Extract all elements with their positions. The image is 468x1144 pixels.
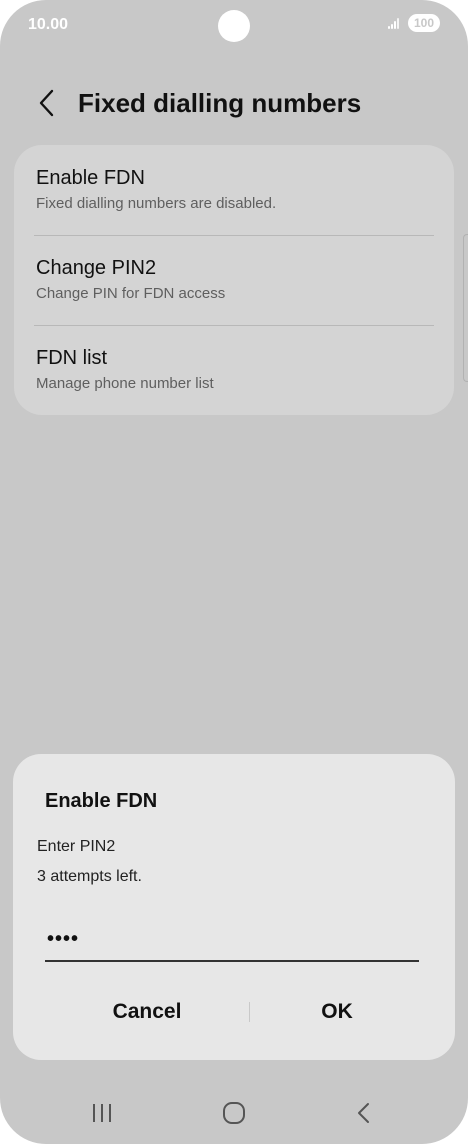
dialog-attempts: 3 attempts left.: [37, 868, 142, 885]
divider: [34, 235, 434, 236]
recent-apps-icon: [93, 1104, 111, 1122]
setting-change-pin2[interactable]: Change PIN2 Change PIN for FDN access: [36, 255, 432, 304]
front-camera: [218, 10, 250, 42]
enable-fdn-dialog: Enable FDN Enter PIN2 3 attempts left. •…: [13, 754, 455, 1060]
setting-title: FDN list: [36, 347, 108, 369]
back-icon: [358, 1103, 369, 1123]
ok-button[interactable]: OK: [237, 994, 437, 1030]
signal-icon: [387, 17, 402, 29]
setting-subtitle: Manage phone number list: [36, 375, 214, 392]
setting-subtitle: Change PIN for FDN access: [36, 285, 226, 302]
home-icon: [223, 1102, 245, 1124]
page-title: Fixed dialling numbers: [78, 88, 362, 118]
setting-fdn-list[interactable]: FDN list Manage phone number list: [36, 345, 432, 394]
status-icons: 100: [387, 14, 440, 32]
status-time: 10.00: [28, 16, 69, 33]
scroll-indicator[interactable]: [463, 234, 468, 382]
home-button[interactable]: [220, 1098, 248, 1128]
settings-card: Enable FDN Fixed dialling numbers are di…: [14, 145, 454, 415]
nav-back-button[interactable]: [352, 1098, 376, 1128]
divider: [34, 325, 434, 326]
back-button[interactable]: [34, 86, 62, 120]
pin-value: ••••: [47, 928, 80, 950]
cancel-button[interactable]: Cancel: [47, 994, 247, 1030]
setting-title: Enable FDN: [36, 167, 145, 189]
recent-apps-button[interactable]: [90, 1098, 114, 1128]
dialog-title: Enable FDN: [45, 790, 158, 812]
chevron-left-icon: [39, 89, 54, 117]
phone-screen: 10.00 100 Fixed dialling numbers Enable …: [0, 0, 468, 1144]
setting-subtitle: Fixed dialling numbers are disabled.: [36, 195, 277, 212]
battery-icon: 100: [407, 14, 440, 32]
setting-enable-fdn[interactable]: Enable FDN Fixed dialling numbers are di…: [36, 165, 432, 214]
dialog-prompt: Enter PIN2: [37, 838, 116, 855]
pin2-input[interactable]: ••••: [45, 926, 419, 962]
setting-title: Change PIN2: [36, 257, 157, 279]
